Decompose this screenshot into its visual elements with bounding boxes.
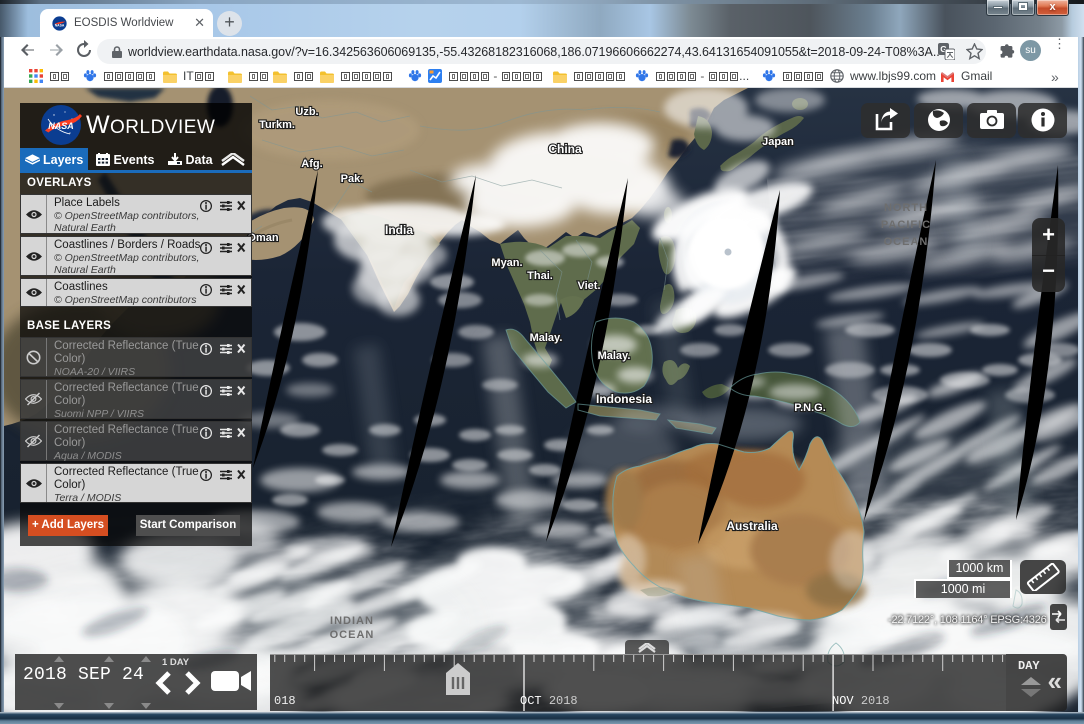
svg-text:Pak.: Pak.: [341, 173, 364, 185]
svg-text:Malay.: Malay.: [598, 350, 631, 362]
svg-text:P.N.G.: P.N.G.: [794, 402, 826, 414]
svg-text:Viet.: Viet.: [577, 280, 600, 292]
svg-text:Indonesia: Indonesia: [596, 392, 652, 406]
svg-text:ORLDVIEW: ORLDVIEW: [110, 117, 215, 138]
svg-text:Japan: Japan: [762, 136, 794, 148]
svg-text:Australia: Australia: [726, 519, 778, 533]
svg-text:Afg.: Afg.: [301, 158, 322, 170]
svg-text:Turkm.: Turkm.: [259, 119, 295, 131]
svg-text:Myan.: Myan.: [491, 257, 522, 269]
svg-text:NASA: NASA: [48, 121, 74, 131]
svg-text:PACIFIC: PACIFIC: [881, 219, 931, 231]
svg-text:Malay.: Malay.: [530, 332, 563, 344]
svg-text:INDIAN: INDIAN: [330, 615, 374, 627]
svg-text:China: China: [548, 142, 582, 156]
svg-text:NORTH: NORTH: [884, 202, 928, 214]
svg-text:NASA: NASA: [55, 23, 65, 27]
svg-text:Uzb.: Uzb.: [295, 106, 318, 118]
svg-text:Thai.: Thai.: [527, 270, 553, 282]
svg-text:Oman: Oman: [247, 232, 278, 244]
svg-text:India: India: [385, 223, 413, 237]
svg-text:OCEAN: OCEAN: [884, 236, 929, 248]
svg-text:OCEAN: OCEAN: [330, 629, 375, 641]
svg-text:W: W: [86, 111, 110, 139]
